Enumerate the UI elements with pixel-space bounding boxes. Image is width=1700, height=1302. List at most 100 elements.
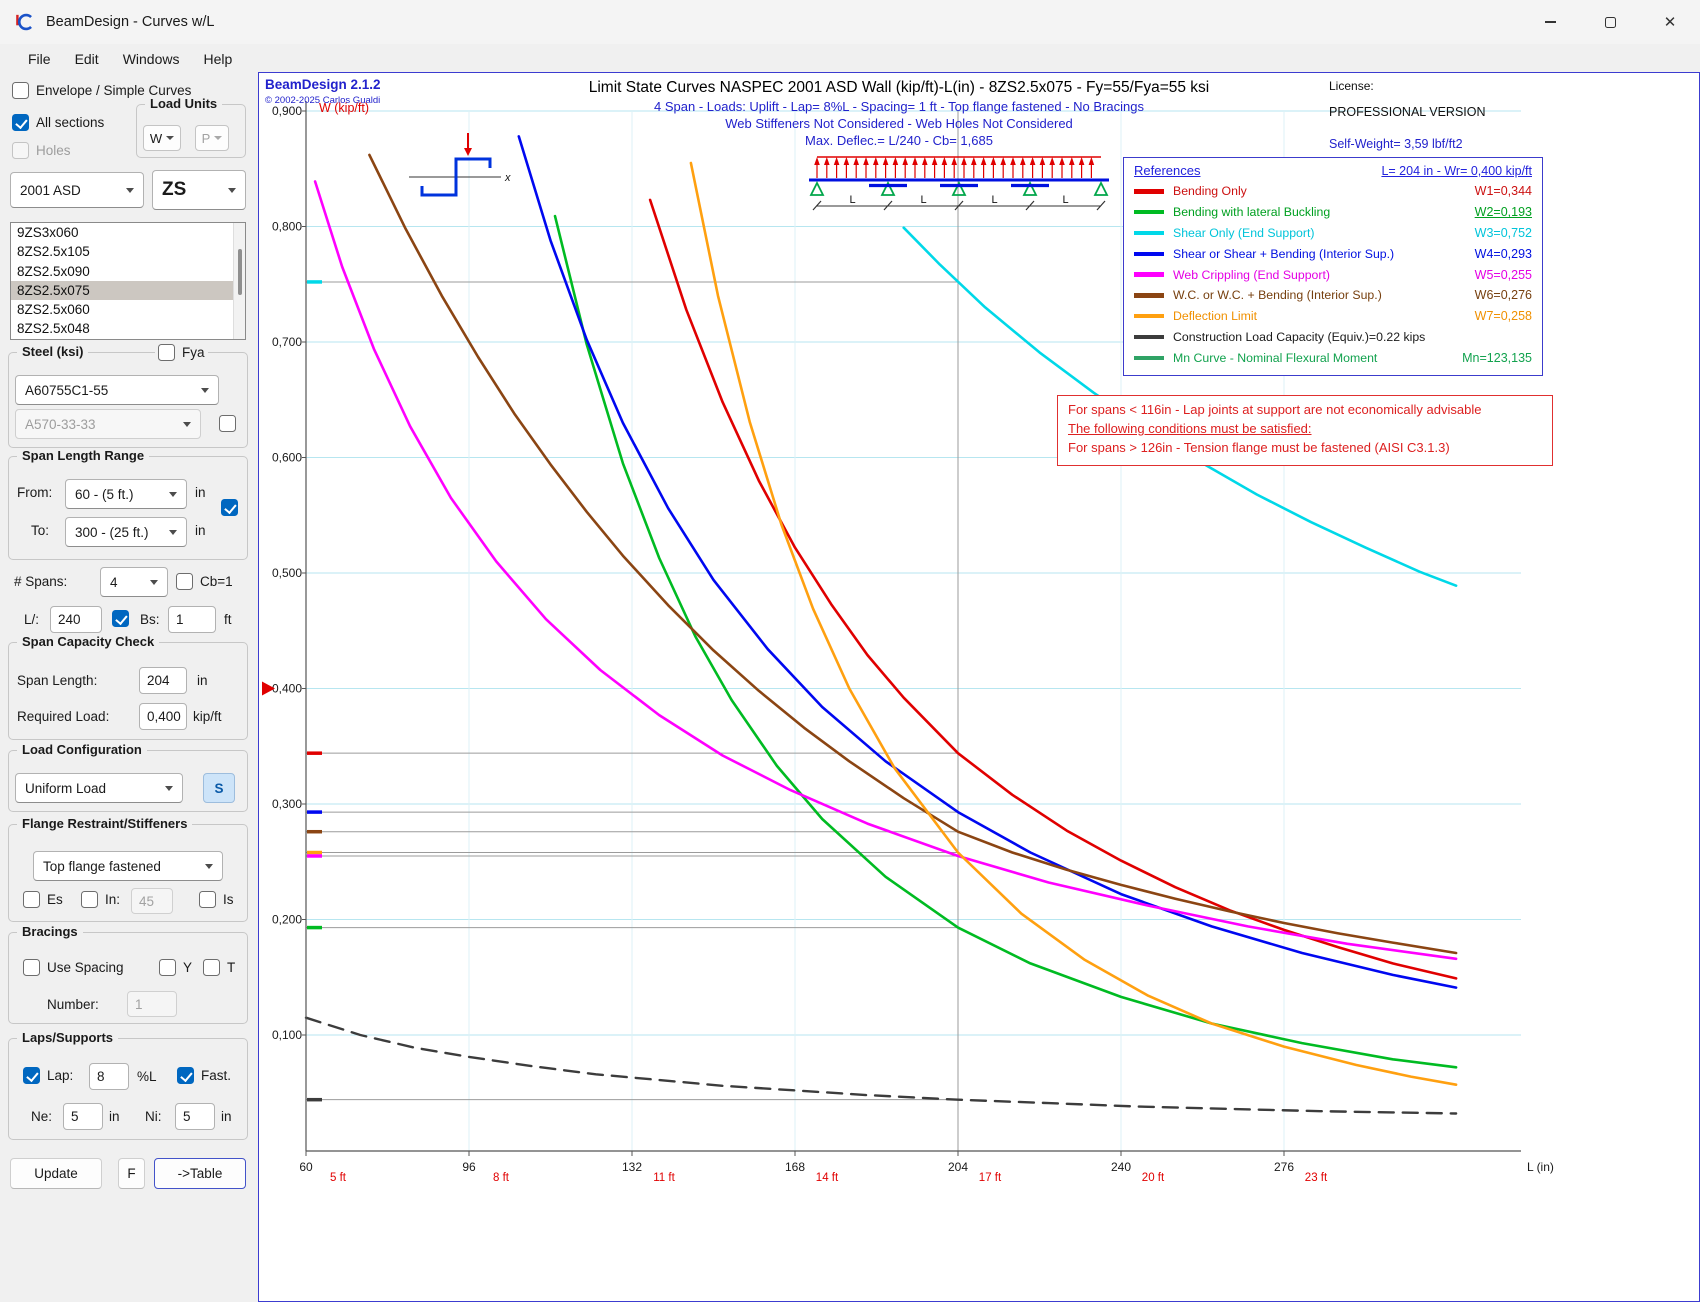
svg-text:0,400: 0,400 xyxy=(272,682,302,696)
load-unit-p-button[interactable]: P xyxy=(195,125,229,151)
design-code-value: 2001 ASD xyxy=(20,183,81,198)
checkbox-box xyxy=(159,959,176,976)
section-family-select[interactable]: ZS xyxy=(152,170,246,210)
s-button-label: S xyxy=(214,781,223,796)
menu-help[interactable]: Help xyxy=(191,48,244,70)
section-item[interactable]: 8ZS2.5x048 xyxy=(11,319,245,338)
legend-label: Shear Only (End Support) xyxy=(1173,226,1475,240)
steel-grade-select[interactable]: A60755C1-55 xyxy=(15,375,219,405)
legend-label: Mn Curve - Nominal Flexural Moment xyxy=(1173,351,1462,365)
checkbox-box xyxy=(199,891,216,908)
in-checkbox[interactable]: In: xyxy=(81,891,120,908)
scrollbar-thumb[interactable] xyxy=(238,249,242,295)
bracing-y-checkbox[interactable]: Y xyxy=(159,959,192,976)
lap-checkbox[interactable]: Lap: xyxy=(23,1067,73,1084)
chevron-down-icon xyxy=(126,188,134,193)
listbox-scrollbar[interactable] xyxy=(233,223,245,339)
ne-unit: in xyxy=(109,1109,120,1124)
section-listbox: 9ZS3x060 8ZS2.5x105 8ZS2.5x090 8ZS2.5x07… xyxy=(10,222,246,340)
cb1-checkbox[interactable]: Cb=1 xyxy=(176,573,233,590)
legend-value: W3=0,752 xyxy=(1475,226,1532,240)
checkbox-label: Y xyxy=(183,960,192,975)
menu-windows[interactable]: Windows xyxy=(111,48,192,70)
ni-input[interactable]: 5 xyxy=(175,1103,215,1130)
chevron-down-icon xyxy=(169,492,177,497)
all-sections-checkbox[interactable]: All sections xyxy=(12,114,104,131)
legend-row: Mn Curve - Nominal Flexural Moment Mn=12… xyxy=(1134,347,1532,368)
ne-input[interactable]: 5 xyxy=(63,1103,103,1130)
design-code-select[interactable]: 2001 ASD xyxy=(10,172,144,208)
minimize-button[interactable] xyxy=(1520,0,1580,44)
fya-checkbox[interactable]: Fya xyxy=(155,344,208,361)
svg-text:0,600: 0,600 xyxy=(272,451,302,465)
span-to-select[interactable]: 300 - (25 ft.) xyxy=(65,517,187,547)
close-button[interactable]: ✕ xyxy=(1640,0,1700,44)
section-item[interactable]: 8ZS2.5x090 xyxy=(11,262,245,281)
load-configuration-select[interactable]: Uniform Load xyxy=(15,773,183,803)
span-length-input[interactable]: 204 xyxy=(139,667,187,694)
section-item[interactable]: 8ZS2.5x105 xyxy=(11,242,245,261)
table-button[interactable]: ->Table xyxy=(154,1158,246,1189)
steel-grade2-value: A570-33-33 xyxy=(25,417,96,432)
chevron-down-icon xyxy=(183,422,191,427)
bs-label: Bs: xyxy=(140,612,160,627)
in-value: 45 xyxy=(139,894,154,909)
svg-text:17 ft: 17 ft xyxy=(979,1172,1002,1184)
menu-file[interactable]: File xyxy=(16,48,63,70)
holes-checkbox[interactable]: Holes xyxy=(12,142,71,159)
section-item[interactable]: 8ZS2.5x060 xyxy=(11,300,245,319)
load-unit-w-button[interactable]: W xyxy=(143,125,181,151)
es-checkbox[interactable]: Es xyxy=(23,891,63,908)
legend-label: Deflection Limit xyxy=(1173,309,1475,323)
flange-restraint-select[interactable]: Top flange fastened xyxy=(33,851,223,881)
span-from-select[interactable]: 60 - (5 ft.) xyxy=(65,479,187,509)
span-range-title: Span Length Range xyxy=(17,448,149,463)
lap-percent-value: 8 xyxy=(97,1069,105,1084)
is-checkbox[interactable]: Is xyxy=(199,891,234,908)
lap-percent-input[interactable]: 8 xyxy=(89,1063,129,1090)
checkbox-label: Cb=1 xyxy=(200,574,233,589)
bs-input[interactable]: 1 xyxy=(168,606,216,633)
title-bar: BeamDesign - Curves w/L ✕ xyxy=(0,0,1700,44)
license-value: PROFESSIONAL VERSION xyxy=(1329,105,1486,119)
menu-edit[interactable]: Edit xyxy=(63,48,111,70)
svg-text:0,500: 0,500 xyxy=(272,566,302,580)
legend-label: Bending Only xyxy=(1173,184,1475,198)
chart-subtitle-2: Web Stiffeners Not Considered - Web Hole… xyxy=(329,116,1469,131)
steel-grade2-checkbox[interactable] xyxy=(219,415,236,432)
bracings-group: Bracings Use Spacing Y T Number: 1 xyxy=(8,932,248,1024)
window-title: BeamDesign - Curves w/L xyxy=(46,14,214,30)
steel-grade2-select[interactable]: A570-33-33 xyxy=(15,409,201,439)
bracing-t-checkbox[interactable]: T xyxy=(203,959,235,976)
section-item[interactable]: 9ZS3x060 xyxy=(11,223,245,242)
update-button[interactable]: Update xyxy=(10,1158,102,1189)
num-spans-select[interactable]: 4 xyxy=(100,567,168,597)
svg-text:0,800: 0,800 xyxy=(272,220,302,234)
section-family-value: ZS xyxy=(162,179,186,201)
fastened-checkbox[interactable]: Fast. xyxy=(177,1067,231,1084)
bracing-number-input[interactable]: 1 xyxy=(127,991,177,1017)
in-input[interactable]: 45 xyxy=(131,888,173,914)
svg-text:8 ft: 8 ft xyxy=(493,1172,510,1184)
s-button[interactable]: S xyxy=(203,773,235,803)
chevron-down-icon xyxy=(201,388,209,393)
bs-checkbox[interactable] xyxy=(112,610,129,627)
required-load-input[interactable]: 0,400 xyxy=(139,703,187,730)
chart-subtitle-3: Max. Deflec.= L/240 - Cb= 1,685 xyxy=(329,133,1469,148)
legend-row: Deflection Limit W7=0,258 xyxy=(1134,306,1532,327)
span-range-lock-checkbox[interactable] xyxy=(221,499,238,516)
use-spacing-checkbox[interactable]: Use Spacing xyxy=(23,959,124,976)
ni-unit: in xyxy=(221,1109,232,1124)
chevron-down-icon xyxy=(169,530,177,535)
maximize-button[interactable] xyxy=(1580,0,1640,44)
svg-text:11 ft: 11 ft xyxy=(653,1172,675,1184)
f-button[interactable]: F xyxy=(118,1158,145,1189)
svg-text:14 ft: 14 ft xyxy=(816,1172,839,1184)
legend-label: Shear or Shear + Bending (Interior Sup.) xyxy=(1173,247,1475,261)
legend-title: References xyxy=(1134,163,1200,178)
checkbox-box xyxy=(23,959,40,976)
section-item-selected[interactable]: 8ZS2.5x075 xyxy=(11,281,245,300)
deflection-ratio-input[interactable]: 240 xyxy=(50,606,102,633)
svg-text:168: 168 xyxy=(785,1160,805,1174)
table-button-label: ->Table xyxy=(178,1166,223,1181)
